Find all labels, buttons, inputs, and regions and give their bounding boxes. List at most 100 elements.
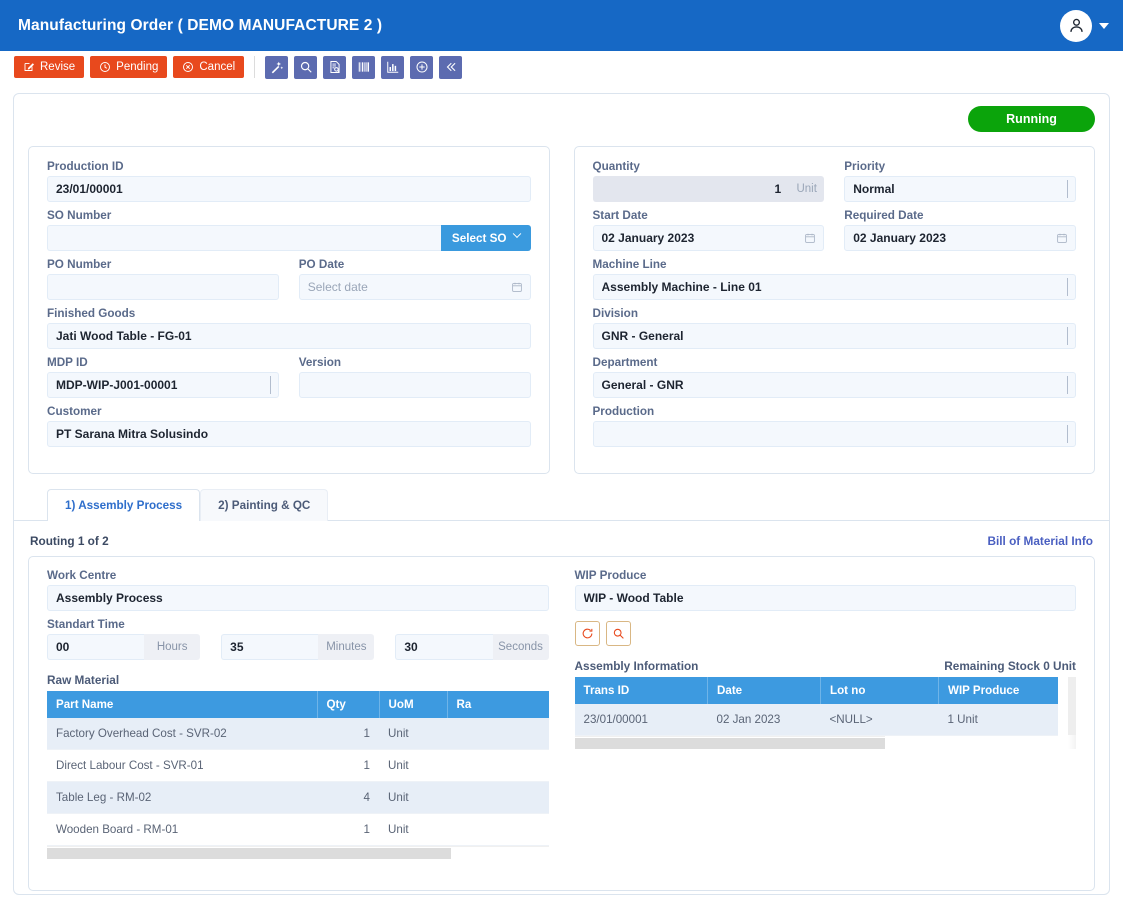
field-division: Division [592,307,1076,349]
so-number-input[interactable] [47,225,441,251]
cell-rate: 70,000.0 [447,718,549,750]
col-lot-no[interactable]: Lot no [820,677,939,704]
cell-part-name: Table Leg - RM-02 [47,781,317,814]
collapse-button[interactable] [439,55,463,79]
department-label: Department [592,356,658,369]
chevron-down-icon[interactable] [1099,22,1109,29]
standart-time-label: Standart Time [47,618,125,631]
assembly-information-table-wrap: Trans ID Date Lot no WIP Produce 23/01/0… [574,677,1076,749]
table-row[interactable]: 23/01/00001 02 Jan 2023 <NULL> 1 Unit [574,704,1058,736]
po-date-input[interactable] [298,274,531,300]
wip-action-buttons [574,621,1077,646]
hours-group: Hours [47,634,201,660]
assembly-information-hscrollbar[interactable] [574,736,885,749]
user-menu[interactable] [1060,9,1109,42]
priority-select[interactable] [844,176,1076,202]
barcode-button[interactable] [352,55,376,79]
routing-header: Routing 1 of 2 Bill of Material Info [28,521,1095,556]
required-date-input[interactable] [844,225,1076,251]
minutes-suffix: Minutes [318,634,375,660]
row-mdp: MDP ID Version [47,356,531,398]
col-date[interactable]: Date [707,677,821,704]
field-so-number: SO Number Select SO [47,209,531,251]
row-qty-priority: Quantity Unit Priority [592,160,1076,202]
po-number-input[interactable] [47,274,279,300]
bill-of-material-info-link[interactable]: Bill of Material Info [987,534,1093,548]
field-required-date: Required Date [844,209,1076,251]
col-uom[interactable]: UoM [379,691,448,718]
search-icon [613,628,624,639]
select-so-button[interactable]: Select SO [440,225,531,251]
field-production: Production [592,405,1076,447]
remaining-stock-label: Remaining Stock 0 Unit [944,659,1076,673]
status-row: Running [28,106,1095,132]
cancel-button[interactable]: Cancel [173,56,245,78]
form-panels: Production ID SO Number Select SO [28,146,1095,474]
user-icon [1069,18,1083,32]
routing-tabs: 1) Assembly Process 2) Painting & QC [14,489,1109,521]
avatar[interactable] [1060,9,1092,42]
finished-goods-input[interactable] [47,323,531,349]
field-machine-line: Machine Line [592,258,1076,300]
col-part-name[interactable]: Part Name [47,691,318,718]
tab-painting-qc[interactable]: 2) Painting & QC [200,489,329,521]
tab-assembly-process[interactable]: 1) Assembly Process [47,489,201,521]
work-centre-input[interactable] [47,585,549,611]
hours-input[interactable] [47,634,145,660]
production-id-input[interactable] [47,176,531,202]
col-qty[interactable]: Qty [317,691,380,718]
field-po-date: PO Date [298,258,531,300]
scrollbar-thumb[interactable] [574,738,885,749]
assembly-information-table: Trans ID Date Lot no WIP Produce 23/01/0… [574,677,1058,736]
magic-wand-button[interactable] [265,55,289,79]
po-date-label: PO Date [298,258,345,271]
search-wip-button[interactable] [605,621,631,646]
document-search-button[interactable] [323,55,347,79]
minutes-group: Minutes [221,634,375,660]
version-input[interactable] [298,372,531,398]
raw-material-hscrollbar[interactable] [47,846,549,859]
quantity-input[interactable] [592,176,790,202]
routing-left-column: Work Centre Standart Time Hours Minutes [47,569,549,876]
start-date-input[interactable] [592,225,825,251]
mdp-id-select[interactable] [47,372,279,398]
department-select[interactable] [592,372,1076,398]
scrollbar-thumb[interactable] [1068,677,1076,735]
field-mdp-id: MDP ID [47,356,279,398]
cell-uom: Unit [379,718,447,750]
bar-chart-button[interactable] [381,55,405,79]
pending-button[interactable]: Pending [90,56,168,78]
add-button[interactable] [410,55,434,79]
customer-input[interactable] [47,421,531,447]
edit-pencil-icon [24,63,34,71]
field-standart-time: Standart Time Hours Minutes Seconds [47,618,549,660]
table-header-row: Part Name Qty UoM Ra [47,691,549,718]
table-row[interactable]: Factory Overhead Cost - SVR-02 1 Unit 70… [47,718,549,750]
cell-lot-no: <NULL> [820,704,939,736]
app-header: Manufacturing Order ( DEMO MANUFACTURE 2… [0,0,1123,51]
routing-right-column: WIP Produce WIP - Wood Table Assembly In… [574,569,1077,876]
seconds-input[interactable] [395,634,493,660]
table-row[interactable]: Wooden Board - RM-01 1 Unit [47,813,549,846]
minutes-input[interactable] [221,634,319,660]
toolbar-divider [254,56,256,78]
cell-qty: 1 [317,718,379,750]
finished-goods-label: Finished Goods [47,307,136,320]
table-row[interactable]: Table Leg - RM-02 4 Unit [47,781,549,814]
division-select[interactable] [592,323,1076,349]
double-chevron-left-icon [446,62,456,72]
revise-button[interactable]: Revise [14,56,85,78]
scrollbar-thumb[interactable] [47,848,451,859]
search-button[interactable] [294,55,318,79]
assembly-information-caption: Assembly Information [574,659,699,673]
col-wip-produce[interactable]: WIP Produce [938,677,1058,704]
assembly-information-vscrollbar[interactable] [1068,677,1076,749]
machine-line-select[interactable] [592,274,1076,300]
refresh-button[interactable] [574,621,600,646]
wip-produce-input[interactable] [574,585,1076,611]
col-rate[interactable]: Ra [447,691,549,718]
table-row[interactable]: Direct Labour Cost - SVR-01 1 Unit 100,0… [47,749,549,782]
hours-suffix: Hours [144,634,201,660]
production-select[interactable] [592,421,1076,447]
col-trans-id[interactable]: Trans ID [574,677,708,704]
